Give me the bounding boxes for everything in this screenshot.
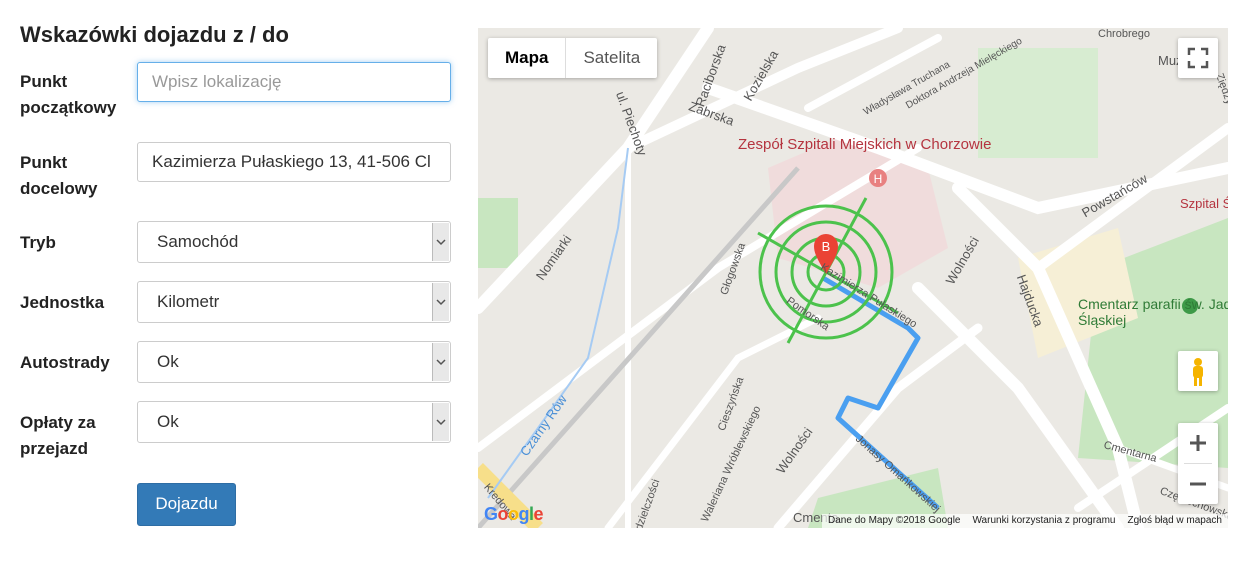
map-attribution: Dane do Mapy ©2018 Google Warunki korzys…	[822, 514, 1228, 528]
map-type-control: Mapa Satelita	[488, 38, 658, 78]
highways-select-value: Ok	[157, 352, 179, 371]
tolls-select-value: Ok	[157, 412, 179, 431]
highways-select[interactable]: Ok	[137, 341, 451, 383]
end-label: Punkt docelowy	[20, 153, 98, 198]
start-input[interactable]	[137, 62, 451, 102]
zoom-in-button[interactable]	[1178, 423, 1218, 463]
tolls-select[interactable]: Ok	[137, 401, 451, 443]
pegman-icon	[1193, 358, 1203, 386]
hospital-icon-glyph: H	[874, 172, 883, 186]
zoom-control	[1178, 423, 1218, 504]
fullscreen-button[interactable]	[1178, 38, 1218, 78]
tolls-label: Opłaty za przejazd	[20, 413, 96, 458]
directions-form: Wskazówki dojazdu z / do Punkt początkow…	[0, 0, 470, 572]
mode-select-value: Samochód	[157, 232, 239, 251]
map-type-satellite-button[interactable]: Satelita	[566, 38, 657, 78]
street-view-pegman[interactable]	[1178, 351, 1218, 391]
map-view[interactable]: B H Zespół Szpitali Miejskich w Chorzowi…	[478, 28, 1228, 528]
attribution-data: Dane do Mapy ©2018 Google	[828, 515, 961, 526]
start-label: Punkt początkowy	[20, 72, 117, 117]
poi-cemetery-label: Cmentarz parafii św. Jadwigi Śląskiej	[1078, 296, 1228, 328]
chevron-down-icon	[432, 223, 449, 261]
park-area	[478, 198, 518, 268]
highways-label: Autostrady	[20, 353, 110, 372]
attribution-terms-link[interactable]: Warunki korzystania z programu	[972, 514, 1115, 528]
unit-select-value: Kilometr	[157, 292, 220, 311]
mode-select[interactable]: Samochód	[137, 221, 451, 263]
unit-label: Jednostka	[20, 293, 105, 312]
end-input[interactable]	[137, 142, 451, 182]
unit-select[interactable]: Kilometr	[137, 281, 451, 323]
chevron-down-icon	[432, 403, 449, 441]
zoom-out-button[interactable]	[1178, 464, 1218, 504]
chevron-down-icon	[432, 343, 449, 381]
submit-label: Dojazdu	[155, 494, 218, 513]
poi-label: Szpital Ś	[1180, 196, 1228, 211]
mode-label: Tryb	[20, 233, 56, 252]
directions-submit-button[interactable]: Dojazdu	[137, 483, 236, 526]
street-label: Chrobrego	[1098, 28, 1150, 40]
attribution-report-link[interactable]: Zgłoś błąd w mapach	[1128, 514, 1223, 528]
railway	[478, 166, 800, 528]
poi-hospital-label: Zespół Szpitali Miejskich w Chorzowie	[738, 136, 992, 153]
park-area	[978, 48, 1098, 158]
map-type-map-button[interactable]: Mapa	[488, 38, 567, 78]
chevron-down-icon	[432, 283, 449, 321]
fullscreen-icon	[1187, 47, 1209, 69]
marker-letter: B	[822, 239, 831, 254]
form-title: Wskazówki dojazdu z / do	[20, 22, 289, 47]
google-logo: Google	[484, 504, 544, 524]
